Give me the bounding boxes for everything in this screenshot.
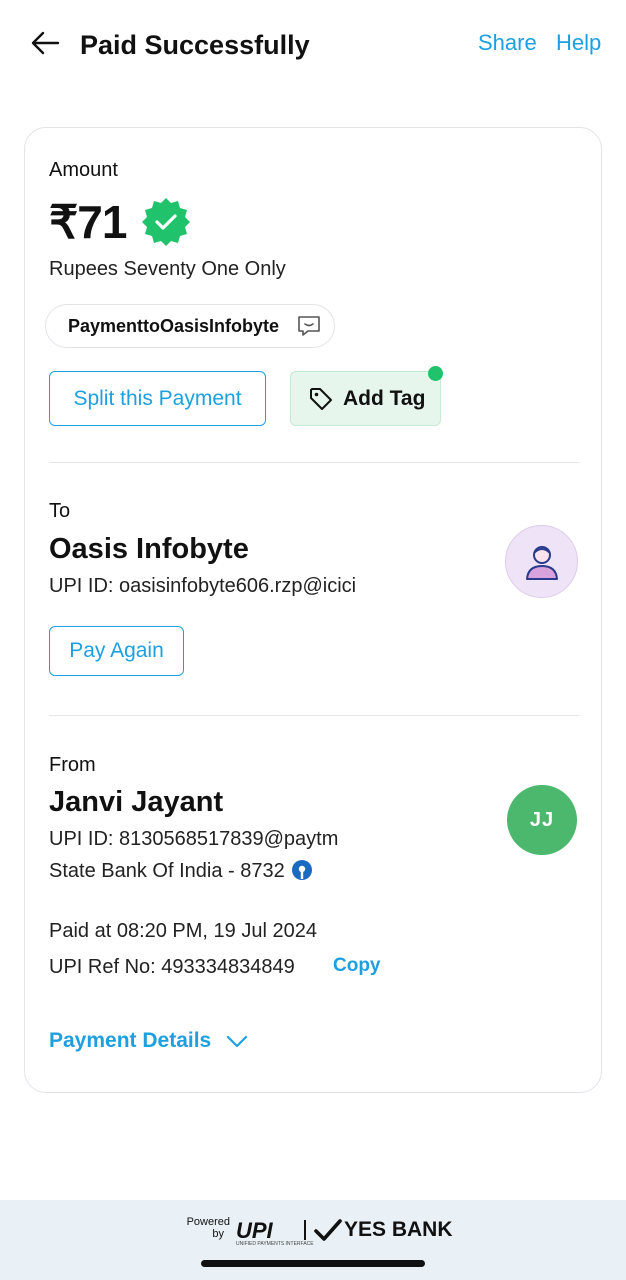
payer-upi-id: UPI ID: 8130568517839@paytm [49,828,339,850]
split-payment-button[interactable]: Split this Payment [49,371,266,426]
payee-name: Oasis Infobyte [49,533,249,565]
sbi-logo-icon [291,860,312,880]
top-bar: Paid Successfully Share Help [0,0,626,90]
powered-by-footer: Powered by UPI UNIFIED PAYMENTS INTERFAC… [0,1200,626,1280]
logo-separator [304,1220,306,1240]
chat-bubble-icon [298,316,320,336]
help-link[interactable]: Help [556,30,601,56]
payer-avatar: JJ [507,785,577,855]
tag-icon [310,387,332,410]
add-tag-label: Add Tag [343,386,426,410]
verified-badge-icon [142,198,191,246]
yes-bank-logo: YES BANK [314,1218,453,1242]
pay-again-button[interactable]: Pay Again [49,626,184,676]
add-tag-button[interactable]: Add Tag [290,371,441,426]
payment-note-text: PaymenttoOasisInfobyte [68,315,280,336]
payee-upi-id: UPI ID: oasisinfobyte606.rzp@icici [49,575,357,597]
section-divider [49,462,579,463]
amount-label: Amount [49,159,118,181]
share-link[interactable]: Share [478,30,537,56]
payee-avatar [505,525,578,598]
from-label: From [49,754,96,776]
copy-ref-button[interactable]: Copy [333,955,381,977]
amount-row: ₹71 [49,194,192,250]
to-label: To [49,500,71,522]
payment-note[interactable]: PaymenttoOasisInfobyte [45,304,335,348]
amount-value: ₹71 [49,196,127,248]
payer-name: Janvi Jayant [49,786,224,818]
back-arrow-icon[interactable] [28,26,62,60]
upi-ref-number: UPI Ref No: 493334834849 [49,956,295,978]
payment-details-label: Payment Details [49,1029,212,1052]
upi-tagline: UNIFIED PAYMENTS INTERFACE [236,1241,314,1247]
payment-receipt-card: Amount ₹71 Rupees Seventy One Only Payme… [24,127,602,1093]
home-indicator [201,1260,425,1267]
page-title: Paid Successfully [80,30,310,60]
amount-in-words: Rupees Seventy One Only [49,258,286,280]
paid-at-time: Paid at 08:20 PM, 19 Jul 2024 [49,920,317,942]
powered-by-text: Powered by [186,1216,230,1240]
chevron-down-icon [227,1035,248,1048]
checkmark-icon [314,1219,342,1241]
new-indicator-dot [428,366,443,381]
payer-bank-account: State Bank Of India - 8732 [49,859,313,883]
section-divider [49,715,579,716]
payment-details-toggle[interactable]: Payment Details [49,1029,249,1053]
person-icon [525,545,558,580]
payer-bank-text: State Bank Of India - 8732 [49,860,285,882]
